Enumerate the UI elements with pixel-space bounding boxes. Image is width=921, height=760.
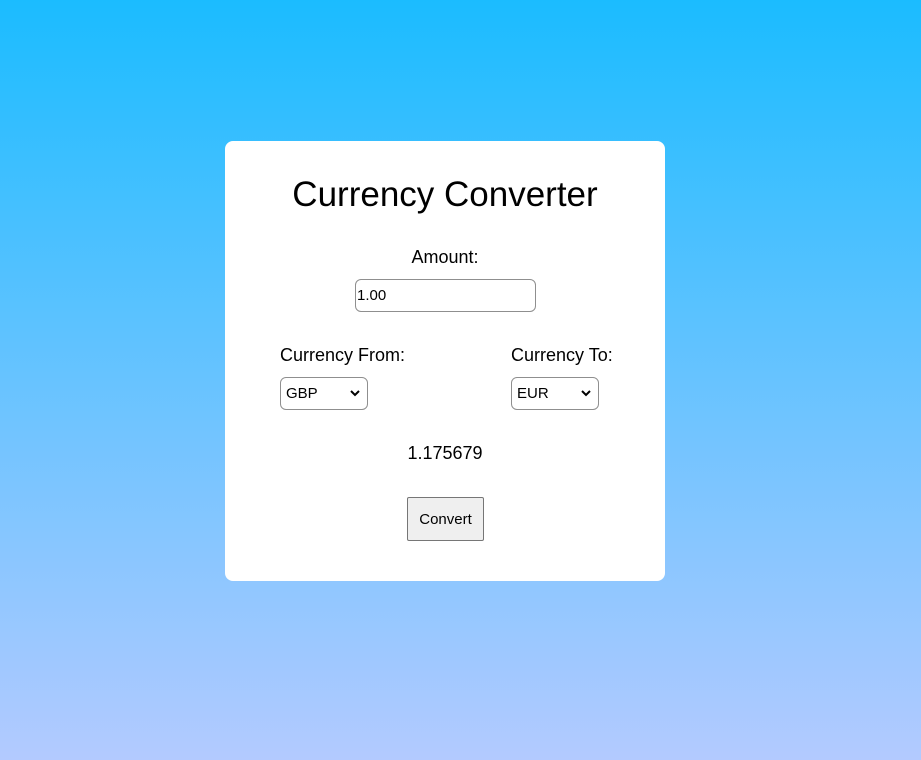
convert-button[interactable]: Convert — [407, 497, 484, 541]
conversion-result: 1.175679 — [407, 443, 483, 463]
converter-card: Currency Converter Amount: Currency From… — [225, 141, 665, 581]
currency-to-value: EUR — [517, 385, 549, 402]
currency-from-select[interactable]: GBP — [280, 377, 368, 410]
amount-label: Amount: — [411, 247, 479, 267]
chevron-down-icon — [581, 390, 591, 397]
currency-to-label: Currency To: — [511, 345, 613, 365]
amount-input[interactable] — [355, 279, 536, 312]
currency-to-select[interactable]: EUR — [511, 377, 599, 410]
chevron-down-icon — [350, 390, 360, 397]
currency-from-label: Currency From: — [280, 345, 406, 365]
page-title: Currency Converter — [292, 175, 598, 214]
currency-from-value: GBP — [286, 385, 318, 402]
